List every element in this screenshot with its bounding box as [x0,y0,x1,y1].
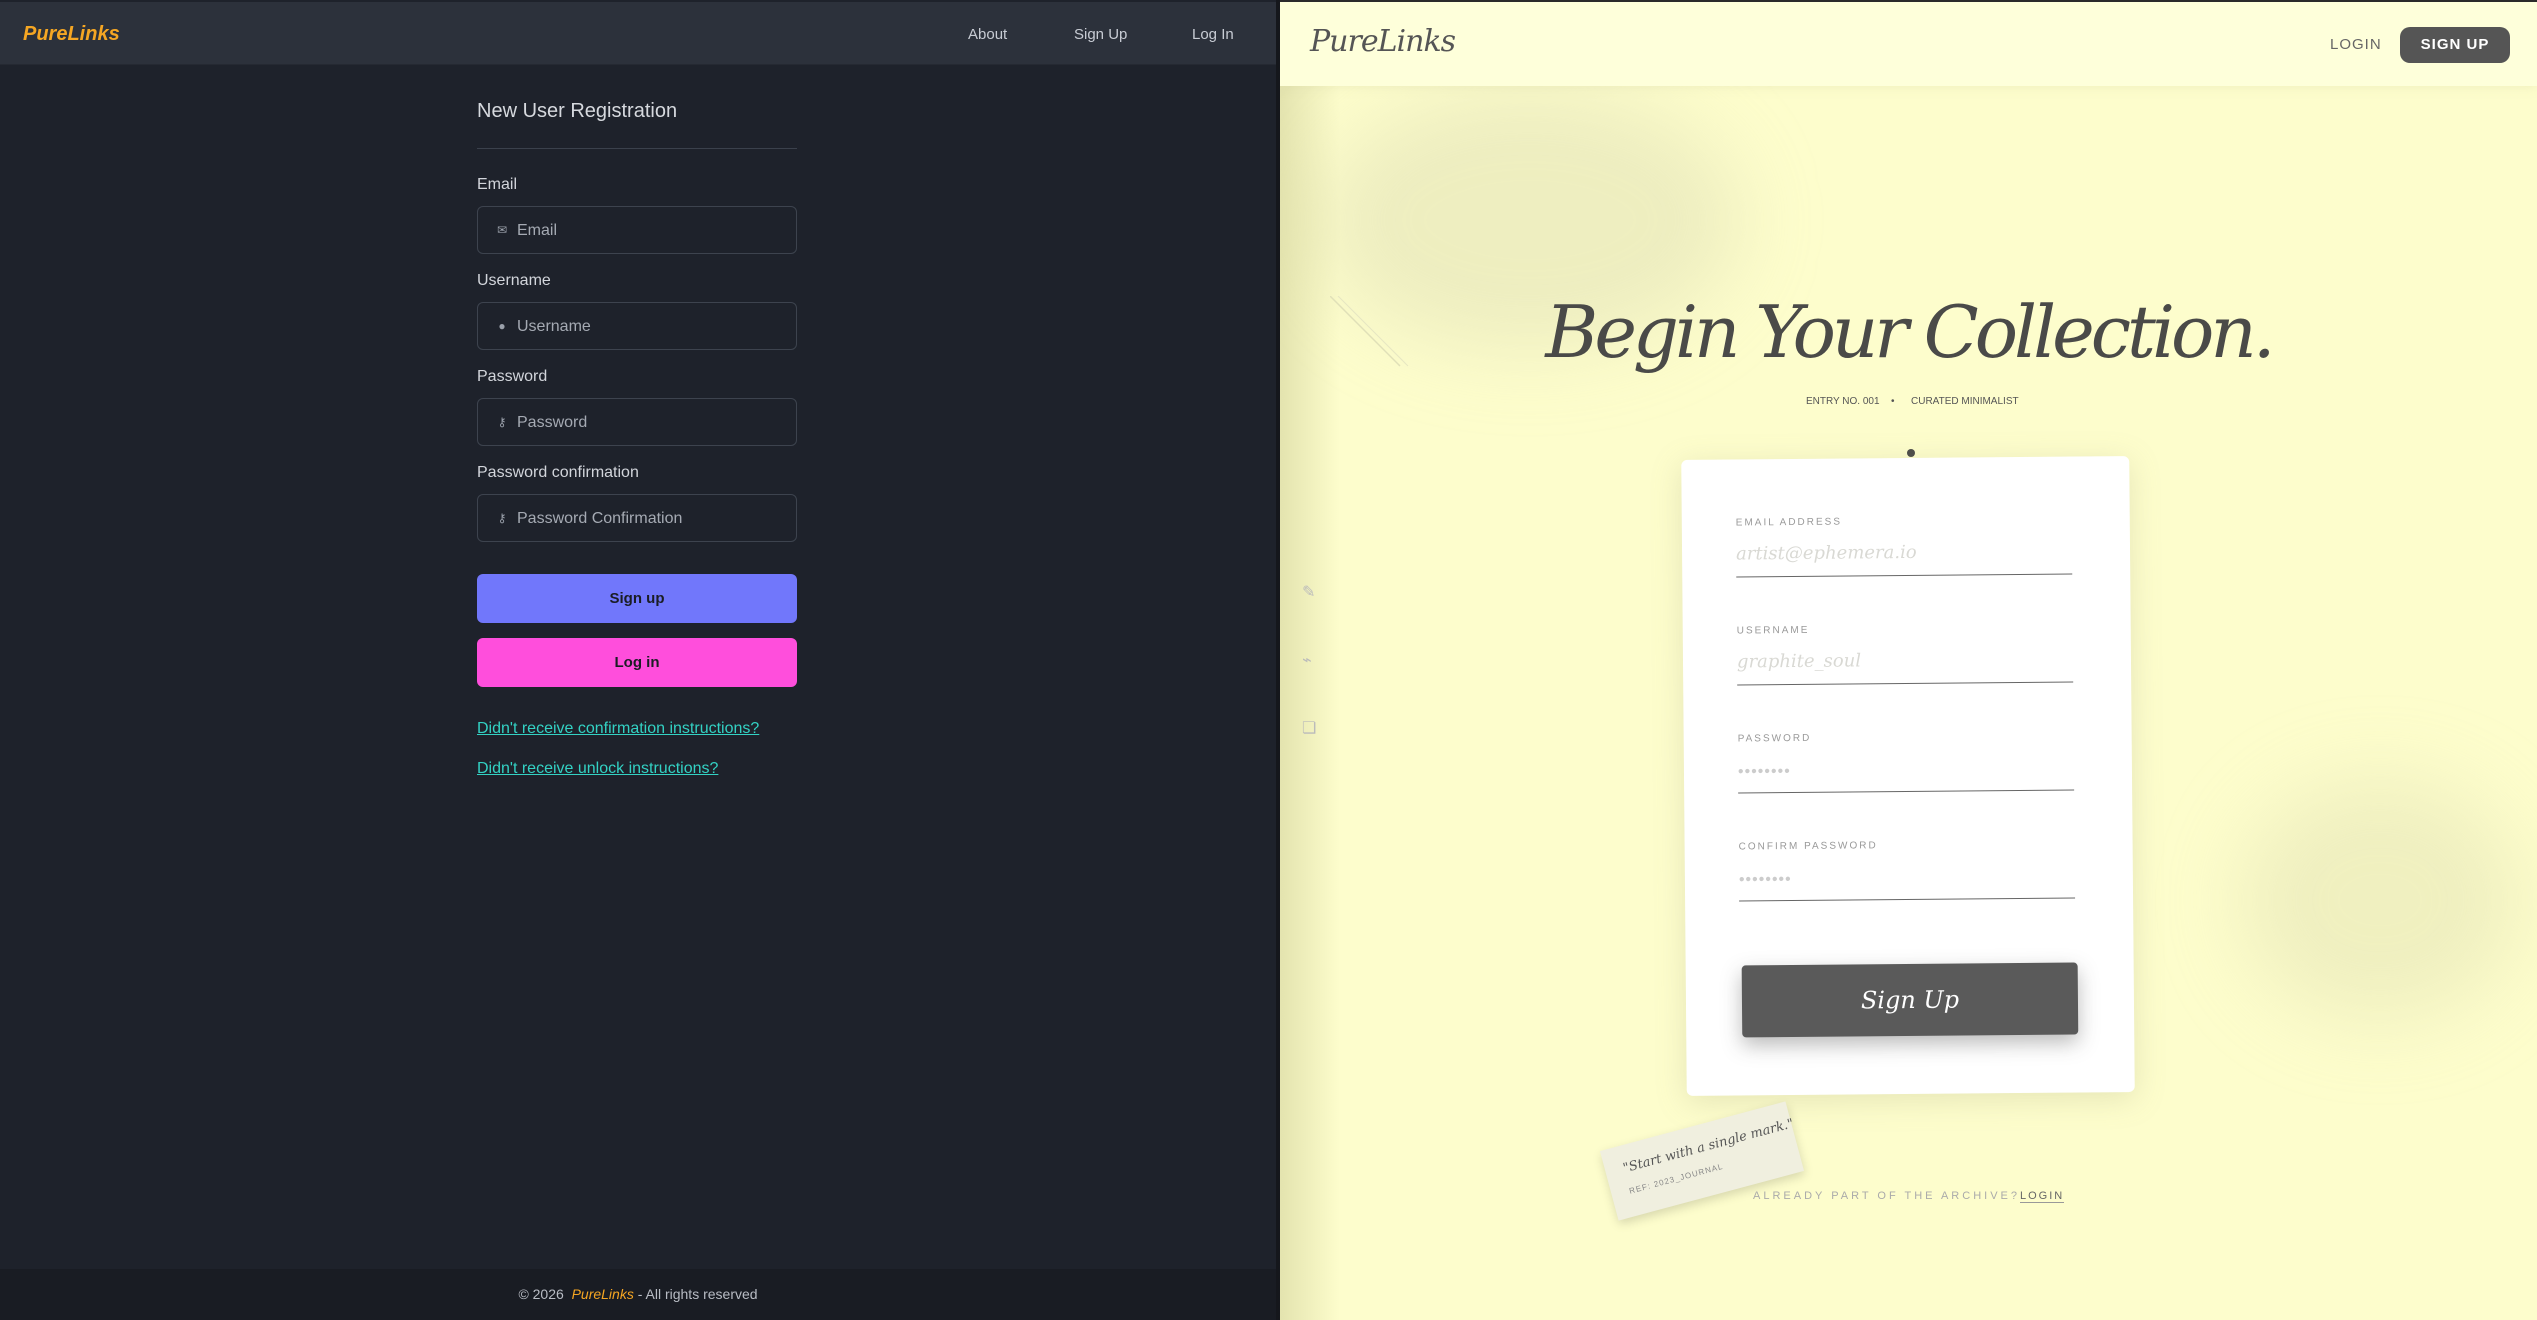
brand-logo[interactable]: PureLinks [23,23,120,46]
signup-card: EMAIL ADDRESS artist@ephemera.io USERNAM… [1681,456,2135,1096]
nav-login-link[interactable]: Log In [1192,26,1234,43]
top-header: PureLinks LOGIN SIGN UP [1280,0,2537,86]
title-divider [477,148,797,149]
header-signup-button[interactable]: SIGN UP [2400,27,2510,63]
right-pane: PureLinks LOGIN SIGN UP ✎ ⌁ ❏ Begin Your… [1280,0,2537,1320]
pencil-icon[interactable]: ✎ [1302,582,1315,602]
password-confirmation-label: Password confirmation [477,464,639,481]
username-label: USERNAME [1736,624,1810,637]
email-field[interactable]: artist@ephemera.io [1735,534,2073,578]
username-field[interactable]: ● Username [477,302,797,350]
archive-question: ALREADY PART OF THE ARCHIVE? [1753,1190,2020,1202]
subtitle-separator: • [1891,396,1895,407]
signup-submit-button[interactable]: Sign Up [1741,962,2079,1038]
password-confirmation-field[interactable]: ⚷ Password Confirmation [477,494,797,542]
footer: © 2026 PureLinks - All rights reserved [0,1269,1276,1320]
brush-icon[interactable]: ⌁ [1302,650,1312,670]
email-placeholder: artist@ephemera.io [1735,541,1917,565]
hero-heading: Begin Your Collection. [1545,290,2275,374]
signup-button[interactable]: Sign up [477,574,797,623]
footer-rights: - All rights reserved [637,1286,758,1302]
username-label: Username [477,272,551,289]
page-title: New User Registration [477,100,678,122]
email-label: EMAIL ADDRESS [1735,516,1843,529]
subtitle-tag: CURATED MINIMALIST [1911,396,2019,407]
unlock-instructions-link[interactable]: Didn't receive unlock instructions? [477,760,718,778]
confirm-password-label: CONFIRM PASSWORD [1738,840,1878,853]
pin-dot [1907,449,1915,457]
confirm-password-field[interactable]: •••••••• [1738,858,2076,902]
login-button[interactable]: Log in [477,638,797,687]
brand-logo[interactable]: PureLinks [1310,24,1456,59]
email-placeholder: Email [517,222,558,239]
user-icon: ● [498,319,506,333]
password-confirmation-placeholder: Password Confirmation [517,510,683,527]
password-placeholder: •••••••• [1737,763,1791,781]
left-pane: PureLinks About Sign Up Log In New User … [0,0,1276,1320]
username-field[interactable]: graphite_soul [1736,642,2074,686]
nav-signup-link[interactable]: Sign Up [1074,26,1127,43]
password-field[interactable]: •••••••• [1737,750,2075,794]
entry-number: ENTRY NO. 001 [1806,396,1880,407]
key-icon: ⚷ [497,415,507,429]
email-label: Email [477,176,518,193]
background-blob [2240,780,2520,1020]
quote-note: "Start with a single mark." REF: 2023_JO… [1599,1101,1805,1221]
password-label: Password [477,368,548,385]
password-field[interactable]: ⚷ Password [477,398,797,446]
footer-text: © 2026 PureLinks - All rights reserved [0,1286,1276,1302]
key-icon: ⚷ [497,511,507,525]
top-navbar: PureLinks About Sign Up Log In [0,2,1276,65]
nav-about-link[interactable]: About [968,26,1007,43]
layers-icon[interactable]: ❏ [1302,718,1316,738]
password-label: PASSWORD [1737,732,1812,745]
footer-brand: PureLinks [571,1286,634,1302]
username-placeholder: graphite_soul [1736,650,1862,673]
email-field[interactable]: ✉ Email [477,206,797,254]
envelope-icon: ✉ [496,223,508,237]
archive-login-link[interactable]: LOGIN [2020,1190,2065,1203]
username-placeholder: Username [517,318,591,335]
confirmation-instructions-link[interactable]: Didn't receive confirmation instructions… [477,720,759,738]
password-placeholder: Password [517,414,588,431]
header-login-link[interactable]: LOGIN [2330,36,2382,53]
footer-copyright: © 2026 [518,1286,564,1302]
confirm-password-placeholder: •••••••• [1738,871,1792,889]
